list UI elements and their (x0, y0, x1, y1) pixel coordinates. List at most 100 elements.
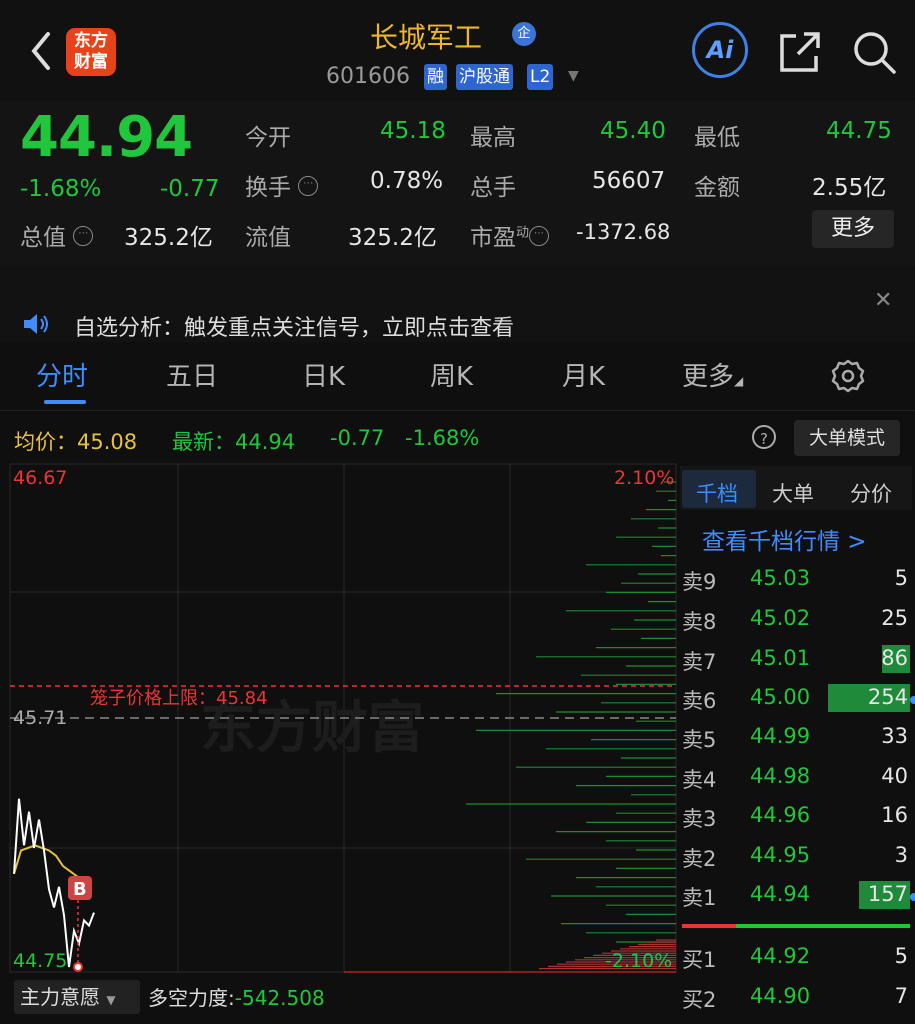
ask-row-2[interactable]: 卖2 44.95 3 (682, 839, 910, 875)
big-order-mode-button[interactable]: 大单模式 (794, 420, 900, 456)
ask-price: 45.02 (750, 606, 811, 630)
ask-label: 卖2 (682, 847, 717, 871)
ask-row-1[interactable]: 卖1 44.94 157 (682, 878, 915, 914)
help-icon[interactable]: ? (752, 425, 776, 449)
ask-row-4[interactable]: 卖4 44.98 40 (682, 760, 910, 796)
latest-price: 最新：44.94 (172, 430, 296, 454)
ask-volume: 25 (881, 606, 908, 630)
ask-label: 卖3 (682, 807, 717, 831)
tab-big-order[interactable]: 大单 (772, 478, 814, 508)
open-value: 45.18 (380, 118, 446, 144)
speaker-icon (24, 314, 48, 334)
high-value: 45.40 (600, 118, 666, 144)
tab-five-day[interactable]: 五日 (166, 356, 218, 393)
tab-weekly-k[interactable]: 周K (430, 356, 473, 393)
ask-label: 卖6 (682, 689, 717, 713)
more-quote-button[interactable]: 更多 (812, 210, 894, 248)
stock-name: 长城军工 (370, 21, 483, 54)
ask-price: 45.00 (750, 685, 811, 709)
banner-text[interactable]: 自选分析：触发重点关注信号，立即点击查看 (74, 310, 514, 342)
bid-price: 44.90 (750, 984, 811, 1008)
low-label: 最低 (694, 125, 740, 151)
intraday-chart[interactable]: 东方财富 笼子价格上限：45.84 46.67 2.10% 45.71 44.7… (0, 462, 678, 978)
close-icon[interactable]: ✕ (874, 288, 892, 313)
ask-row-8[interactable]: 卖8 45.02 25 (682, 602, 910, 638)
tab-thousand-level[interactable]: 千档 (696, 478, 738, 508)
ask-volume: 86 (881, 646, 908, 670)
share-icon[interactable] (776, 28, 824, 76)
info-icon[interactable]: ⋯ (73, 226, 94, 247)
ask-price: 44.98 (750, 764, 811, 788)
ask-row-9[interactable]: 卖9 45.03 5 (682, 562, 910, 598)
dropdown-caret-icon[interactable]: ▼ (568, 68, 579, 84)
info-icon[interactable]: ⋯ (529, 226, 550, 247)
ask-label: 卖1 (682, 886, 717, 910)
ask-price: 45.01 (750, 646, 811, 670)
pe-label: 市盈动 ⋯ (470, 218, 550, 252)
buy-marker-text: B (73, 879, 87, 900)
change-amount: -0.77 (160, 176, 220, 202)
low-value: 44.75 (826, 118, 892, 144)
settings-icon[interactable] (830, 358, 866, 394)
ask-row-6[interactable]: 卖6 45.00 254 (682, 681, 915, 717)
ai-assistant-button[interactable]: Ai (692, 22, 748, 78)
force-indicator: 多空力度:-542.508 (148, 986, 325, 1010)
ask-label: 卖8 (682, 610, 717, 634)
active-tab-indicator (44, 400, 86, 404)
ask-row-5[interactable]: 卖5 44.99 33 (682, 720, 910, 756)
change-percent: -1.68% (20, 176, 102, 202)
ask-volume: 5 (894, 566, 908, 590)
ask-label: 卖5 (682, 728, 717, 752)
ask-price: 44.96 (750, 803, 811, 827)
l2-tag: L2 (527, 64, 554, 90)
high-label: 最高 (470, 125, 516, 151)
ask-price: 44.99 (750, 724, 811, 748)
cage-limit-label: 笼子价格上限：45.84 (90, 688, 268, 709)
float-label: 流值 (245, 225, 291, 251)
search-icon[interactable] (850, 28, 898, 76)
bid-row-2[interactable]: 买2 44.90 7 (682, 980, 910, 1016)
stock-code: 601606 (326, 64, 410, 89)
bid-row-1[interactable]: 买1 44.92 5 (682, 940, 910, 976)
info-icon[interactable]: ⋯ (298, 176, 319, 197)
amount-value: 2.55亿 (812, 175, 887, 201)
bottom-price-label: 44.75 (13, 950, 67, 972)
ask-volume: 157 (867, 882, 908, 906)
ask-price: 44.94 (750, 882, 811, 906)
latest-change: -0.77 (330, 426, 385, 450)
app-logo: 东方 财富 (66, 28, 116, 76)
float-value: 325.2亿 (348, 225, 437, 251)
ref-price-label: 45.71 (13, 707, 67, 729)
margin-tag: 融 (424, 64, 447, 90)
tab-monthly-k[interactable]: 月K (562, 356, 605, 393)
depth-bars (466, 481, 676, 970)
ask-label: 卖9 (682, 570, 717, 594)
bid-label: 买1 (682, 948, 717, 972)
turnover-value: 0.78% (370, 168, 444, 194)
indicator-select[interactable]: 主力意愿 ▼ (14, 980, 140, 1014)
view-depth-link[interactable]: 查看千档行情 > (702, 522, 867, 556)
ask-label: 卖4 (682, 768, 717, 792)
large-order-dot (910, 696, 915, 704)
volume-label: 总手 (470, 175, 516, 201)
latest-change-pct: -1.68% (405, 426, 480, 450)
tab-daily-k[interactable]: 日K (302, 356, 345, 393)
ask-volume: 40 (881, 764, 908, 788)
ask-row-7[interactable]: 卖7 45.01 86 (682, 642, 910, 678)
enterprise-badge: 企 (512, 22, 536, 46)
back-arrow-icon[interactable] (26, 28, 58, 74)
tab-price-distribution[interactable]: 分价 (850, 478, 892, 508)
ask-label: 卖7 (682, 650, 717, 674)
turnover-label: 换手 ⋯ (245, 168, 319, 202)
tab-more[interactable]: 更多◢ (682, 356, 743, 393)
average-price: 均价：45.08 (14, 430, 138, 454)
bottom-pct-label: -2.10% (605, 950, 672, 972)
mktcap-label: 总值 ⋯ (20, 218, 94, 252)
tab-intraday[interactable]: 分时 (36, 356, 88, 393)
top-pct-label: 2.10% (614, 467, 674, 489)
bid-price: 44.92 (750, 944, 811, 968)
bid-volume: 7 (894, 984, 908, 1008)
top-price-label: 46.67 (13, 467, 67, 489)
hk-connect-tag: 沪股通 (456, 64, 513, 90)
ask-row-3[interactable]: 卖3 44.96 16 (682, 799, 910, 835)
